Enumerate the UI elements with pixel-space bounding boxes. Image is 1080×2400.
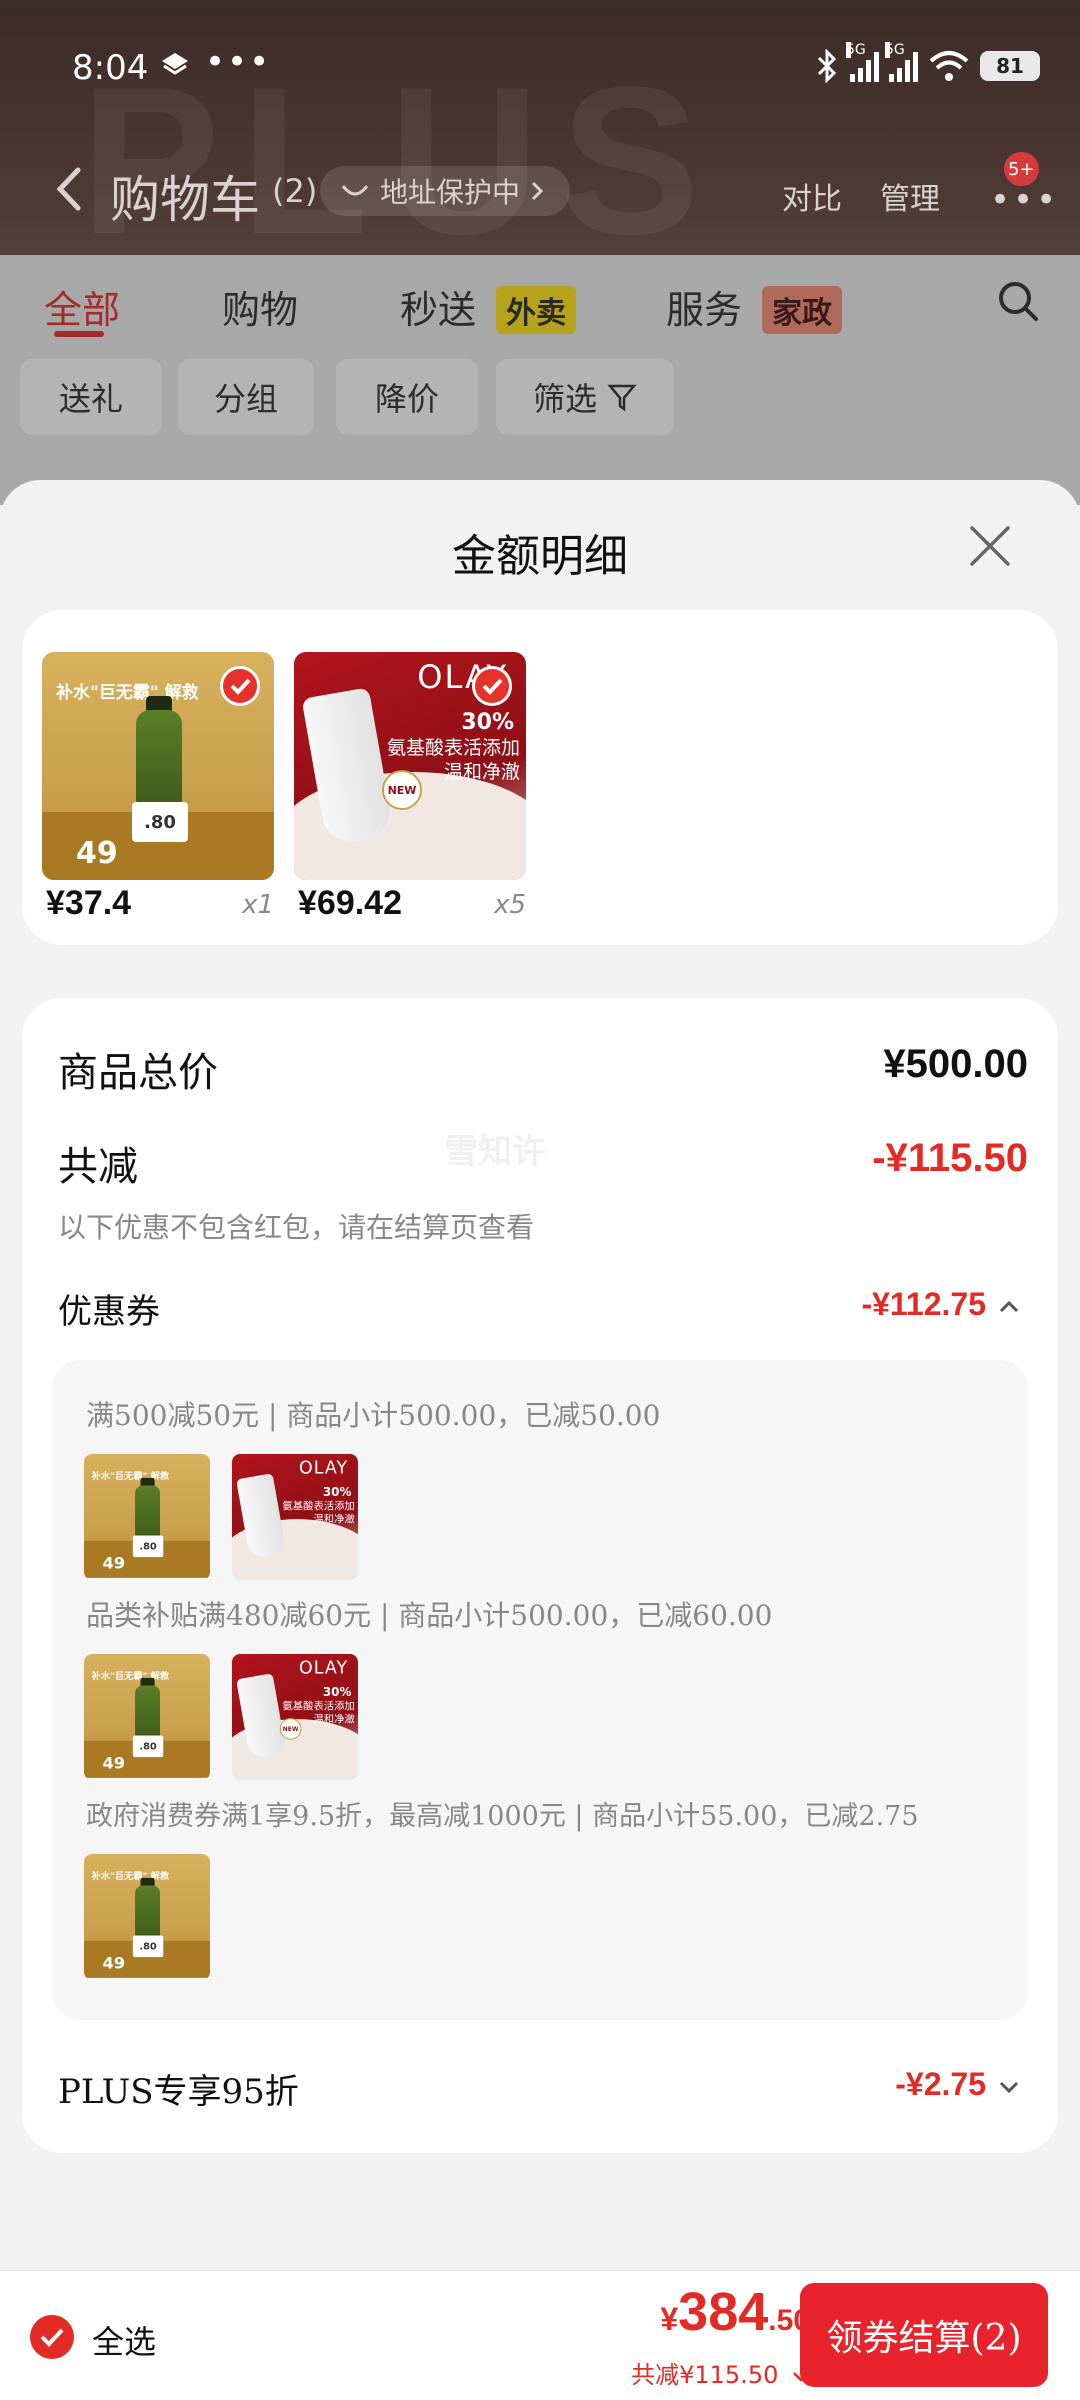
- plus-discount-row[interactable]: PLUS专享95折 -¥2.75: [22, 2058, 1058, 2118]
- tab-instant-delivery[interactable]: 秒送 外卖: [400, 279, 577, 334]
- total-saved[interactable]: 共减¥115.50: [631, 2355, 810, 2390]
- product-price: ¥37.4: [46, 884, 132, 922]
- select-all-checkbox[interactable]: [30, 2315, 74, 2359]
- discount-label: 共减: [58, 1144, 138, 1190]
- coupon-label: 优惠券: [58, 1292, 160, 1332]
- chevron-right-icon: [531, 181, 544, 201]
- coupon-value: -¥112.75: [861, 1286, 986, 1322]
- coupon-product-thumb: OLAY 30% 氨基酸表活添加 温和净澈: [232, 1454, 358, 1580]
- amount-detail-sheet: 金额明细 补水"巨无霸" 解救 49 .80 ¥37.4 x1 NEW OLAY…: [0, 480, 1080, 2270]
- selected-check-icon: [472, 666, 512, 706]
- total-currency: ¥: [660, 2301, 679, 2337]
- status-time: 8:04: [72, 48, 149, 88]
- status-icons: 5G 5G 81: [814, 42, 1040, 86]
- filter-screen-label: 筛选: [532, 380, 597, 418]
- compare-button[interactable]: 对比: [782, 174, 842, 218]
- filter-gift[interactable]: 送礼: [20, 359, 162, 435]
- sheet-title: 金额明细: [452, 531, 628, 582]
- coupon-product-thumb: 补水"巨无霸" 解救 49.80: [84, 1654, 210, 1780]
- tab-takeout-badge: 外卖: [496, 286, 577, 334]
- product-quantity: x5: [494, 890, 526, 920]
- total-price-value: ¥500.00: [883, 1042, 1028, 1086]
- selected-check-icon: [220, 666, 260, 706]
- coupon-row[interactable]: 优惠券 -¥112.75: [22, 1278, 1058, 1338]
- product-image-toner: 补水"巨无霸" 解救 49 .80: [42, 652, 274, 880]
- total-amount: ¥384.50: [660, 2281, 810, 2343]
- wifi-icon: [929, 51, 969, 81]
- filter-price-drop-label: 降价: [374, 380, 439, 418]
- page-title: 购物车: [110, 171, 260, 229]
- coupon-details: 满500减50元 | 商品小计500.00，已减50.00 补水"巨无霸" 解救…: [52, 1360, 1028, 2020]
- shield-smile-icon: [341, 185, 369, 196]
- close-icon[interactable]: [968, 524, 1012, 568]
- coupon-product-thumb: 补水"巨无霸" 解救 49.80: [84, 1454, 210, 1580]
- signal-icon-1: 5G: [846, 42, 879, 82]
- tab-all[interactable]: 全部: [44, 279, 120, 334]
- total-integer: 384: [678, 2282, 769, 2342]
- select-all-label[interactable]: 全选: [92, 2317, 156, 2363]
- manage-button[interactable]: 管理: [880, 174, 940, 218]
- checkout-button[interactable]: 领券结算(2): [800, 2283, 1048, 2387]
- coupon-product-thumb: NEW OLAY 30% 氨基酸表活添加 温和净澈: [232, 1654, 358, 1780]
- filter-gift-label: 送礼: [58, 380, 123, 418]
- cart-nav-bar: 购物车 (2) 地址保护中 对比 管理 ••• 5+: [0, 150, 1080, 230]
- product-quantity: x1: [242, 890, 274, 920]
- check-icon: [40, 2328, 64, 2347]
- filter-group[interactable]: 分组: [178, 359, 314, 435]
- filter-price-drop[interactable]: 降价: [336, 359, 478, 435]
- discount-value: -¥115.50: [872, 1136, 1028, 1180]
- address-pill-label: 地址保护中: [380, 176, 521, 209]
- checkout-bar: 全选 ¥384.50 共减¥115.50 领券结算(2): [0, 2270, 1080, 2400]
- coupon-line: 满500减50元 | 商品小计500.00，已减50.00: [86, 1399, 661, 1432]
- price-summary-card: 商品总价 ¥500.00 雪知许 共减 -¥115.50 以下优惠不包含红包，请…: [22, 998, 1058, 2153]
- battery-icon: 81: [980, 51, 1040, 81]
- funnel-icon: [607, 384, 637, 412]
- coupon-line: 品类补贴满480减60元 | 商品小计500.00，已减60.00: [86, 1599, 773, 1632]
- tab-active-underline: [54, 331, 104, 337]
- coupon-product-thumb: 补水"巨无霸" 解救 49.80: [84, 1854, 210, 1980]
- plus-discount-value: -¥2.75: [895, 2066, 986, 2102]
- search-icon[interactable]: [996, 279, 1040, 323]
- signal-icon-2: 5G: [885, 42, 918, 82]
- tab-services-label: 服务: [666, 288, 743, 332]
- status-bar: 8:04 ••• 5G 5G 81: [0, 0, 1080, 140]
- tab-shopping-label: 购物: [222, 288, 299, 332]
- tab-instant-label: 秒送: [400, 288, 477, 332]
- product-image-cleanser: NEW OLAY 30% 氨基酸表活添加 温和净澈: [294, 652, 526, 880]
- tab-all-label: 全部: [44, 288, 121, 332]
- filter-chips: 送礼 分组 降价 筛选: [0, 355, 1080, 455]
- coupon-line: 政府消费券满1享9.5折，最高减1000元 | 商品小计55.00，已减2.75: [86, 1801, 919, 1832]
- address-protection-pill[interactable]: 地址保护中: [320, 166, 571, 216]
- more-menu-icon[interactable]: •••: [990, 180, 1059, 220]
- product-item[interactable]: 补水"巨无霸" 解救 49 .80 ¥37.4 x1: [42, 652, 274, 922]
- tab-shopping[interactable]: 购物: [222, 279, 298, 334]
- tab-housekeeping-badge: 家政: [762, 286, 843, 334]
- product-item[interactable]: NEW OLAY 30% 氨基酸表活添加 温和净澈 ¥69.42 x5: [294, 652, 526, 922]
- watermark-text: 雪知许: [444, 1132, 546, 1172]
- cart-tabs: 全部 购物 秒送 外卖 服务 家政: [0, 255, 1080, 355]
- product-price: ¥69.42: [298, 884, 402, 922]
- cart-count: (2): [272, 172, 318, 210]
- more-badge: 5+: [1004, 152, 1039, 186]
- status-more-icon: •••: [205, 42, 272, 82]
- bluetooth-icon: [817, 49, 837, 83]
- layers-icon: [162, 53, 188, 75]
- filter-screen[interactable]: 筛选: [496, 359, 674, 435]
- total-saved-label: 共减¥115.50: [631, 2361, 779, 2389]
- back-icon[interactable]: [50, 164, 90, 214]
- chevron-up-icon: [999, 1300, 1019, 1313]
- selected-products-card: 补水"巨无霸" 解救 49 .80 ¥37.4 x1 NEW OLAY 30% …: [22, 610, 1058, 945]
- discount-note: 以下优惠不包含红包，请在结算页查看: [58, 1211, 535, 1244]
- checkout-label: 领券结算(2): [826, 2318, 1022, 2359]
- plus-discount-label: PLUS专享95折: [58, 2072, 299, 2112]
- tab-services[interactable]: 服务 家政: [666, 279, 843, 334]
- total-price-label: 商品总价: [58, 1050, 218, 1096]
- chevron-down-icon: [999, 2081, 1019, 2094]
- filter-group-label: 分组: [213, 380, 278, 418]
- cart-header: PLUS 8:04 ••• 5G 5G 81 购物车 (2) 地址保护中 对比 …: [0, 0, 1080, 255]
